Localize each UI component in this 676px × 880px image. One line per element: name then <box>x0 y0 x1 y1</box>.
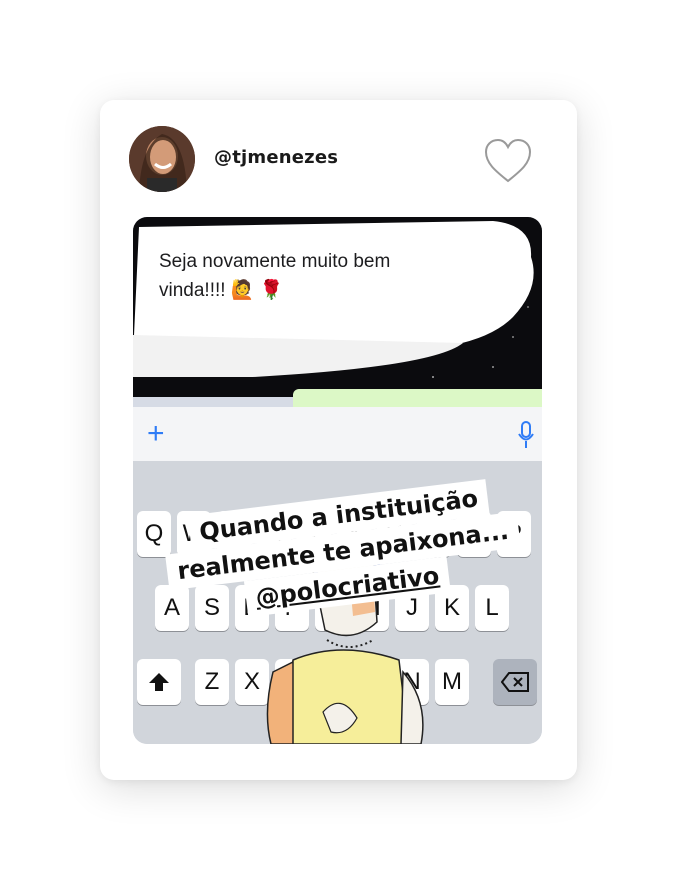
microphone-icon[interactable] <box>517 421 535 449</box>
plus-icon[interactable]: + <box>147 419 165 449</box>
chat-message-line-1: Seja novamente muito bem <box>159 251 391 272</box>
avatar-photo <box>129 126 195 192</box>
chat-message-line-2: vinda!!!! 🙋 🌹 <box>159 280 284 301</box>
username[interactable]: @tjmenezes <box>214 147 338 168</box>
story-image: Seja novamente muito bem vinda!!!! 🙋 🌹 +… <box>133 217 542 744</box>
chat-message: Seja novamente muito bem vinda!!!! 🙋 🌹 <box>159 247 479 305</box>
heart-outline-icon <box>484 138 532 183</box>
shift-key[interactable] <box>137 659 181 705</box>
chat-bubble-shape <box>133 221 534 378</box>
key-z[interactable]: Z <box>195 659 229 705</box>
post-card: @tjmenezes Seja novamente muito bem vind… <box>100 100 577 780</box>
avatar[interactable] <box>129 126 195 192</box>
message-input-bar: + <box>133 407 542 461</box>
shift-icon <box>149 673 169 691</box>
like-button[interactable] <box>483 138 533 184</box>
backspace-icon <box>500 672 529 692</box>
key-l[interactable]: L <box>475 585 509 631</box>
backspace-key[interactable] <box>493 659 537 705</box>
